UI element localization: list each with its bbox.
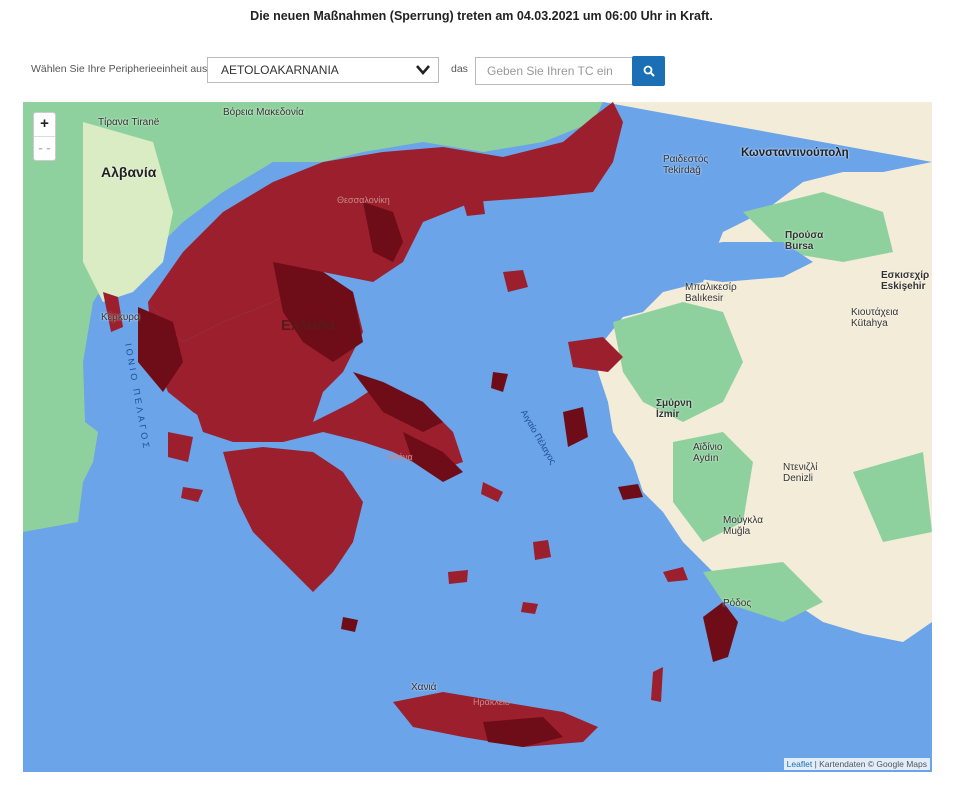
map-label-irakleio: Ηράκλειο — [473, 697, 510, 707]
search-icon — [643, 65, 655, 77]
map-label-izmir: Σμύρνη İzmir — [656, 398, 692, 420]
map-label-thessaloniki: Θεσσαλονίκη — [337, 195, 390, 205]
lockdown-map[interactable]: + - - Τίρανα Tiranë Βόρεια Μακεδονία Αλβ… — [23, 102, 932, 772]
peloponnese — [223, 447, 363, 592]
zakynthos — [181, 487, 203, 502]
zoom-in-button[interactable]: + — [34, 113, 55, 136]
map-attribution: Leaflet | Kartendaten © Google Maps — [783, 758, 930, 770]
santorini — [521, 602, 538, 614]
map-label-balikesir: Μπαλικεσίρ Balıkesir — [685, 282, 737, 304]
map-label-aydin: Αϊδίνιο Aydın — [693, 442, 723, 464]
map-label-rodos: Ρόδος — [723, 598, 752, 609]
map-label-istanbul: Κωνσταντινούπολη — [741, 147, 849, 159]
map-label-chania: Χανιά — [411, 682, 437, 693]
lockdown-notice: Die neuen Maßnahmen (Sperrung) treten am… — [250, 9, 713, 23]
kefalonia — [168, 432, 193, 462]
tc-input[interactable] — [475, 57, 633, 85]
kythira — [341, 617, 358, 632]
map-label-tirana: Τίρανα Tiranë — [98, 117, 160, 128]
samos — [618, 484, 643, 500]
kos — [663, 567, 688, 582]
map-label-macedonia: Βόρεια Μακεδονία — [223, 107, 304, 118]
map-label-tekirdag: Ραιδεστός Tekirdağ — [663, 154, 709, 176]
map-label-eskisehir: Εσκισεχίρ Eskişehir — [881, 270, 930, 292]
skyros — [491, 372, 508, 392]
lemnos — [503, 270, 528, 292]
thasos — [463, 200, 485, 216]
map-label-kerkyra: Κέρκυρα — [101, 312, 140, 323]
region-selector-row: Wählen Sie Ihre Peripherieeinheit aus AE… — [0, 56, 963, 86]
map-data-credit: | Kartendaten © Google Maps — [814, 759, 927, 769]
chevron-down-icon — [416, 65, 430, 75]
zoom-out-button[interactable]: - - — [34, 136, 55, 160]
map-label-bursa: Προύσα Bursa — [785, 230, 824, 252]
leaflet-link[interactable]: Leaflet — [787, 759, 813, 769]
map-canvas[interactable] — [23, 102, 932, 772]
map-label-athina: Αθήνα — [387, 452, 413, 462]
map-label-greece: Ελλάδα — [281, 317, 336, 334]
map-label-mugla: Μούγκλα Muğla — [723, 515, 763, 537]
zoom-control: + - - — [33, 112, 56, 161]
search-button[interactable] — [632, 56, 665, 86]
region-select-label: Wählen Sie Ihre Peripherieeinheit aus — [31, 63, 208, 75]
map-label-denizli: Ντενιζλί Denizli — [783, 462, 818, 484]
region-select[interactable]: AETOLOAKARNANIA — [207, 57, 439, 83]
rhodes — [703, 602, 738, 662]
milos — [448, 570, 468, 584]
map-label-kutahya: Κιουτάχεια Kütahya — [851, 307, 899, 329]
chios — [563, 407, 588, 447]
region-select-value: AETOLOAKARNANIA — [221, 63, 339, 77]
naxos — [533, 540, 551, 560]
map-label-albania: Αλβανία — [101, 164, 157, 180]
karpathos — [651, 667, 663, 702]
conjunction-label: das — [451, 63, 468, 75]
andros — [481, 482, 503, 502]
